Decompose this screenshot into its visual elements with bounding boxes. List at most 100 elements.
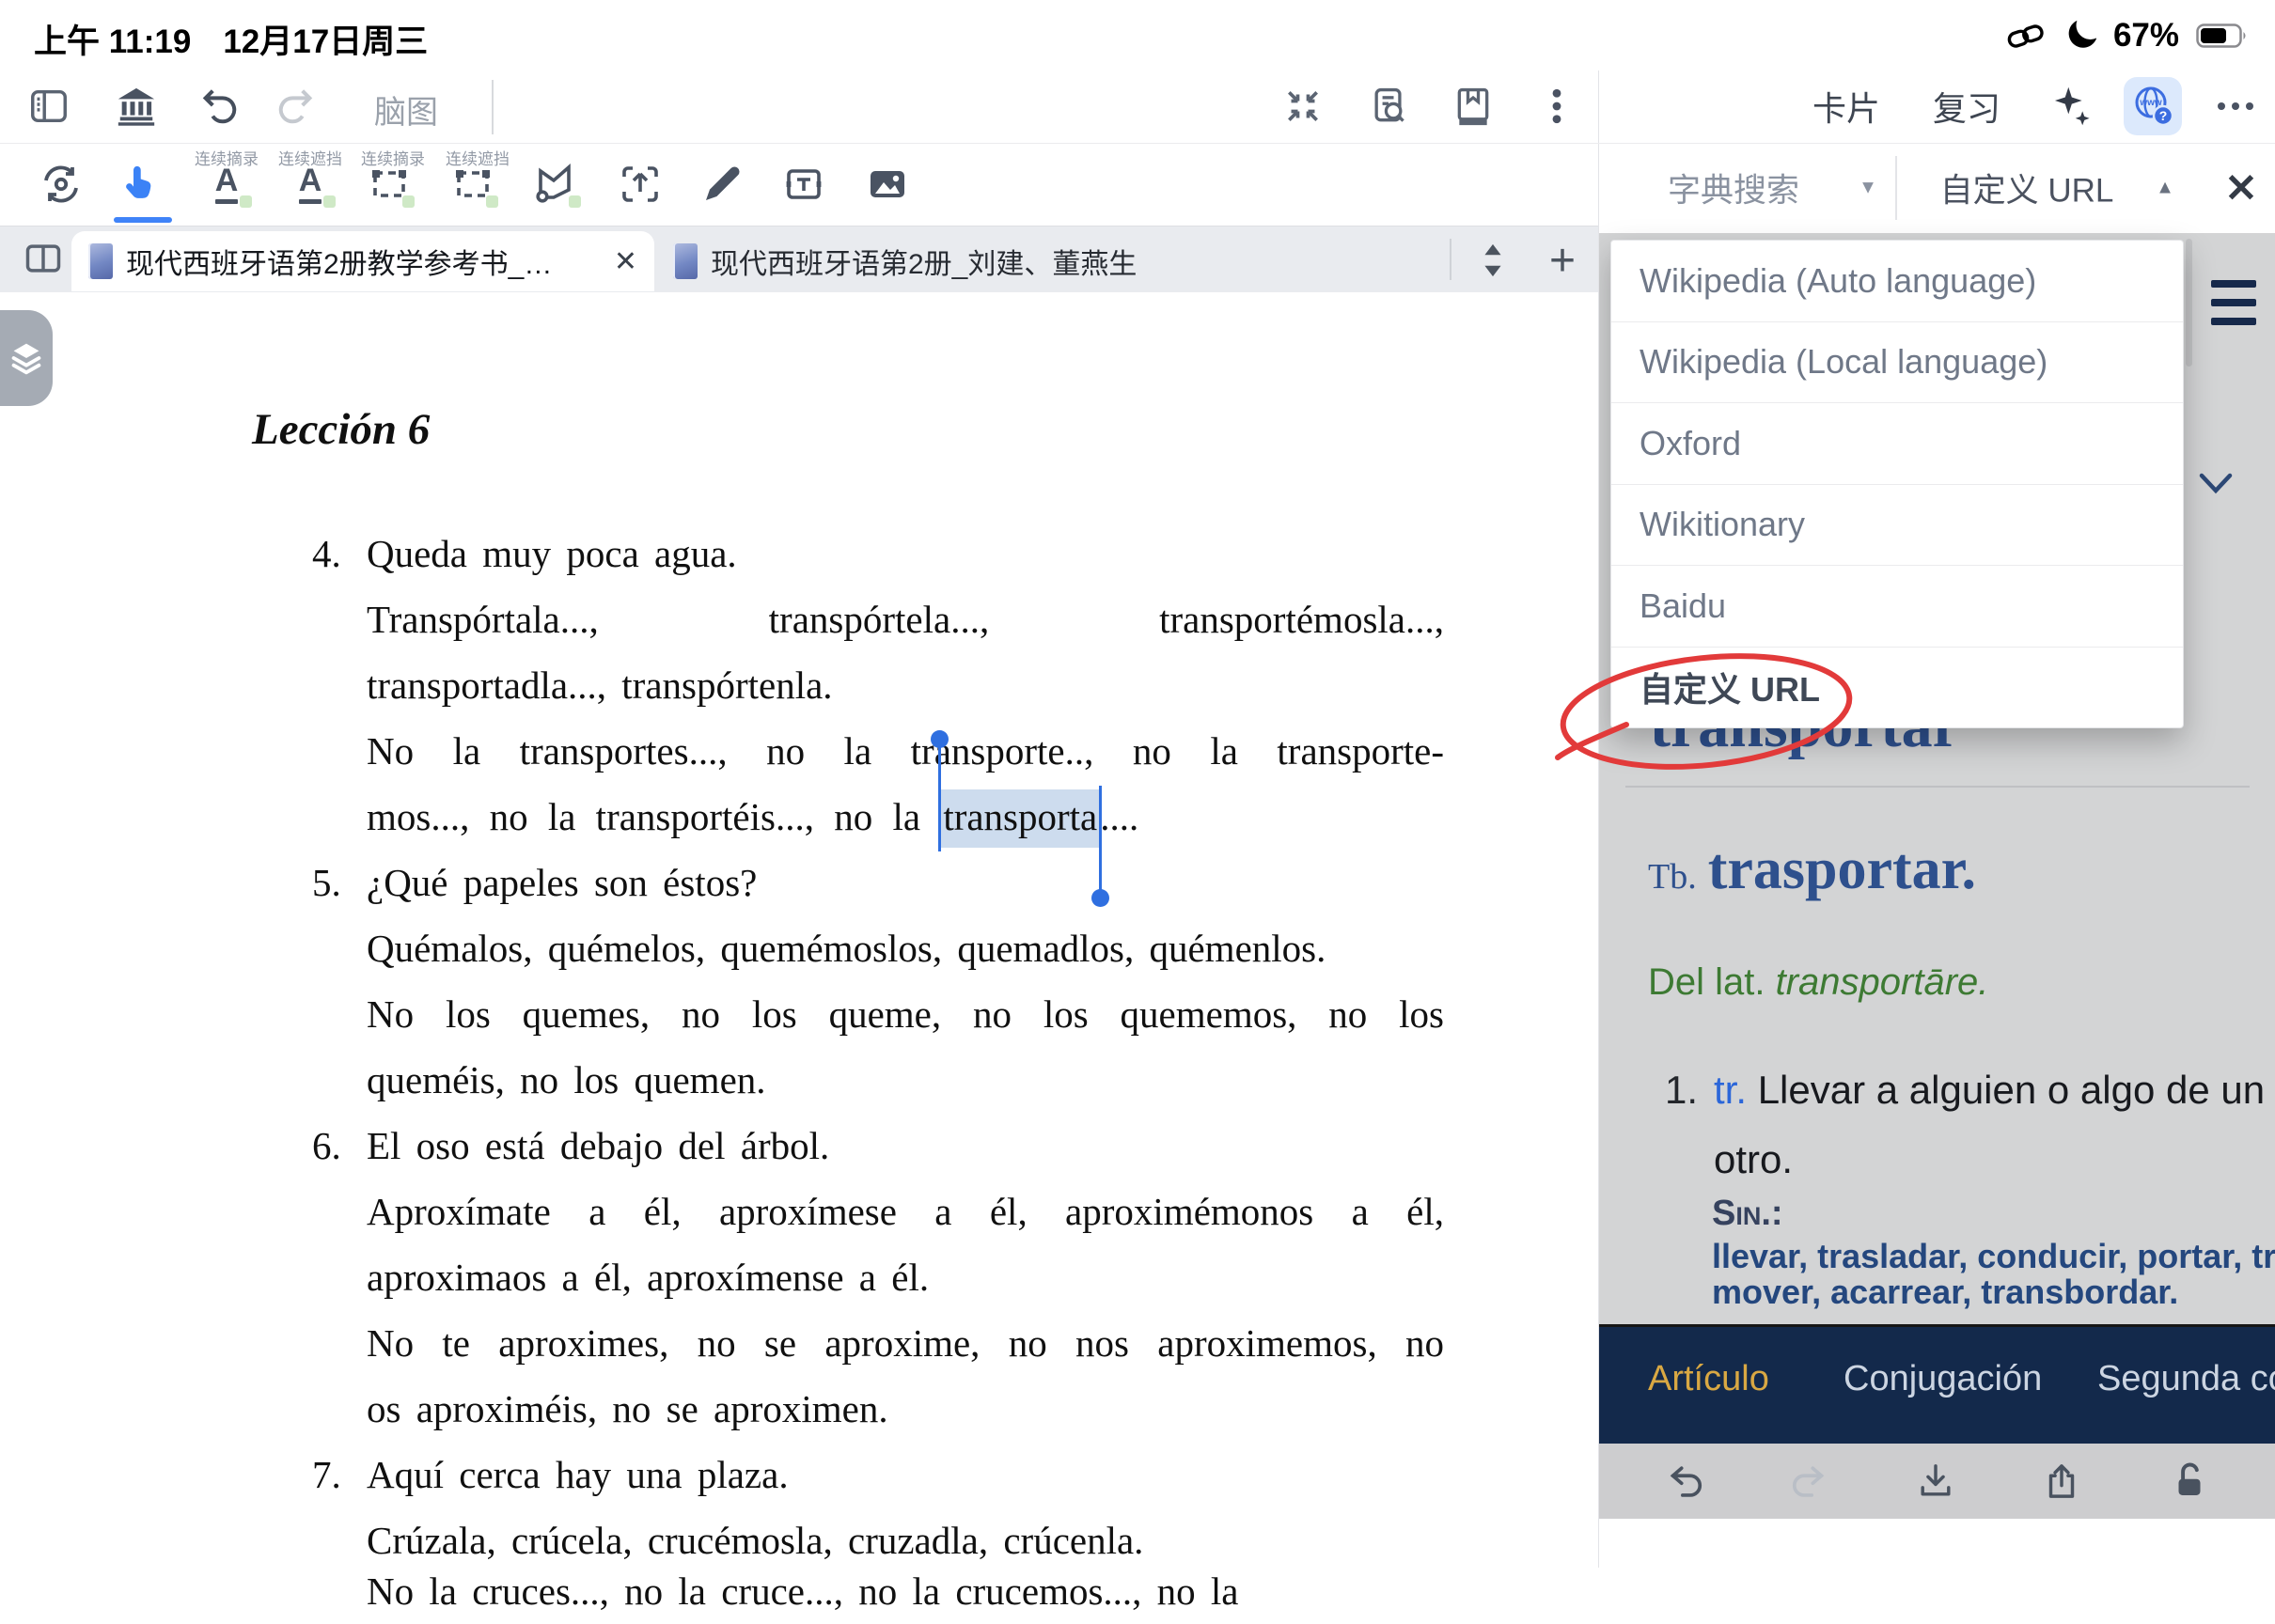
chevron-down-icon[interactable]: ▼ (1859, 178, 1877, 199)
dictionary-nav-bar: Artículo Conjugación Segunda conju (1599, 1324, 2275, 1444)
headword-variant: trasportar. (1708, 836, 1976, 903)
chevron-up-icon[interactable]: ▲ (2156, 178, 2174, 199)
dropdown-item[interactable]: Baidu (1611, 565, 2183, 647)
dict-search-selector[interactable]: 字典搜索 (1668, 164, 1799, 212)
sidebar-toggle-button[interactable] (24, 82, 73, 131)
hand-select-tool-icon[interactable] (117, 159, 167, 210)
entry-divider (1625, 786, 2250, 788)
pencil-tool-icon[interactable] (696, 159, 746, 210)
library-button[interactable] (112, 82, 161, 131)
export-share-tool-icon[interactable] (615, 159, 666, 210)
pdf-text-line: No la transportes..., no la transporte..… (312, 718, 1444, 784)
tab-bar-divider (1450, 239, 1451, 280)
undo-button[interactable] (195, 82, 243, 131)
synonym-links[interactable]: mover, acarrear, transbordar. (1712, 1273, 2178, 1312)
rect-mask-tool-icon[interactable] (447, 159, 498, 210)
battery-percent: 67% (2113, 17, 2179, 55)
pdf-text-line: No los quemes, no los queme, no los quem… (312, 981, 1444, 1047)
tab-sort-icon[interactable] (1468, 236, 1517, 285)
webview-toolbar (1599, 1444, 2275, 1519)
sense-number: 1. (1665, 1068, 1698, 1113)
close-panel-icon[interactable]: ✕ (2224, 165, 2257, 211)
focus-moon-icon (2063, 19, 2096, 53)
tab-document-inactive[interactable]: 现代西班牙语第2册_刘建、董燕生 (658, 231, 1448, 291)
auto-excerpt-tool-icon[interactable] (36, 159, 86, 210)
pdf-text-line: 5.¿Qué papeles son éstos? (312, 850, 1444, 915)
add-tab-button[interactable]: + (1538, 233, 1587, 288)
lock-open-icon[interactable] (2168, 1460, 2211, 1503)
tab-articulo[interactable]: Artículo (1648, 1359, 1769, 1399)
clock-time: 上午 11:19 (34, 15, 191, 63)
dropdown-item[interactable]: Wikitionary (1611, 484, 2183, 566)
pdf-text-line: aproximaos a él, aproxímense a él. (312, 1244, 1444, 1310)
dropdown-item[interactable]: 自定义 URL (1611, 647, 2183, 728)
dropdown-item[interactable]: Wikipedia (Auto language) (1611, 241, 2183, 321)
dropdown-item[interactable]: Oxford (1611, 402, 2183, 484)
etymology: Del lat. transportāre. (1648, 961, 1988, 1004)
book-thumbnail-icon (673, 243, 698, 279)
split-view-icon[interactable] (19, 234, 68, 283)
subheader-divider (1895, 156, 1897, 220)
selection-handle-end[interactable] (1099, 786, 1102, 891)
hamburger-menu-icon[interactable] (2211, 280, 2256, 336)
tab-title: 现代西班牙语第2册_刘建、董燕生 (711, 241, 1137, 282)
tab-document-active[interactable]: 现代西班牙语第2册教学参考书_刘元... ✕ (71, 231, 654, 291)
redo-button[interactable] (272, 82, 321, 131)
item-number: 7. (312, 1442, 367, 1507)
tab-segunda-conjugacion[interactable]: Segunda conju (2097, 1359, 2275, 1399)
web-forward-icon[interactable] (1789, 1460, 1832, 1503)
status-bar: 上午 11:19 12月17日周三 67% (0, 0, 2275, 70)
selection-handle-start[interactable] (938, 746, 941, 851)
rect-excerpt-tool-icon[interactable] (364, 159, 415, 210)
review-button[interactable]: 复习 (1933, 82, 2000, 131)
download-icon[interactable] (1914, 1460, 1957, 1503)
collapse-chevron-icon[interactable] (2199, 473, 2233, 495)
more-options-kebab-icon[interactable] (1532, 82, 1581, 131)
lasso-tool-icon[interactable] (530, 159, 581, 210)
panel-more-kebab-icon[interactable] (2214, 100, 2257, 113)
item-number: 4. (312, 521, 367, 586)
dropdown-item[interactable]: Wikipedia (Local language) (1611, 321, 2183, 403)
pdf-text: 4.Queda muy poca agua.Transpórtala..., t… (312, 521, 1444, 1624)
pdf-text-line: No la cruces..., no la cruce..., no la c… (312, 1558, 1444, 1624)
toolbar-divider-line (0, 143, 2275, 144)
pos-abbrev-link[interactable]: tr. (1714, 1068, 1747, 1112)
research-panel: 卡片 复习 www ? 字典搜索 ▼ 自定义 URL ▲ ✕ (1598, 70, 2275, 1568)
pdf-text-line: 6.El oso está debajo del árbol. (312, 1113, 1444, 1179)
cards-button[interactable]: 卡片 (1812, 82, 1880, 131)
item-number: 6. (312, 1113, 367, 1179)
layers-panel-button[interactable] (0, 310, 53, 406)
pdf-text-line: Aproxímate a él, aproxímese a él, aproxi… (312, 1179, 1444, 1244)
image-tool-icon[interactable] (862, 159, 913, 210)
mindmap-button[interactable]: 脑图 (374, 86, 438, 133)
synonym-links[interactable]: llevar, trasladar, conducir, portar, tra… (1712, 1237, 2275, 1276)
synonyms-label: Sin.: (1712, 1194, 1783, 1234)
text-mask-tool-icon[interactable]: A (285, 159, 336, 210)
book-thumbnail-icon (88, 243, 113, 279)
scrollbar[interactable] (2186, 239, 2192, 367)
pdf-text-line: 4.Queda muy poca agua. (312, 521, 1444, 586)
battery-icon (2196, 22, 2251, 50)
svg-text:?: ? (2159, 108, 2168, 123)
custom-url-selector[interactable]: 自定义 URL (1940, 164, 2114, 212)
close-tab-icon[interactable]: ✕ (614, 245, 637, 278)
text-box-tool-icon[interactable] (778, 159, 829, 210)
pdf-text-line: transportadla..., transpórtenla. (312, 652, 1444, 718)
pdf-text-line: queméis, no los quemen. (312, 1047, 1444, 1113)
document-search-button[interactable] (1364, 82, 1413, 131)
web-back-icon[interactable] (1662, 1460, 1705, 1503)
lesson-heading: Lección 6 (252, 404, 430, 455)
pdf-text-line: 7.Aquí cerca hay una plaza. (312, 1442, 1444, 1507)
text-excerpt-tool-icon[interactable]: A (201, 159, 252, 210)
pdf-text-line: mos..., no la transportéis..., no la tra… (312, 784, 1444, 850)
share-icon[interactable] (2040, 1460, 2083, 1503)
bookmark-book-button[interactable] (1449, 82, 1498, 131)
pdf-text-line: Quémalos, quémelos, quemémoslos, quemadl… (312, 915, 1444, 981)
collapse-fullscreen-button[interactable] (1279, 82, 1327, 131)
selected-word[interactable]: transporta (940, 789, 1100, 848)
web-dictionary-icon[interactable]: www ? (2124, 77, 2182, 135)
tab-conjugacion[interactable]: Conjugación (1844, 1359, 2042, 1399)
ai-sparkle-icon[interactable] (2049, 85, 2093, 128)
pdf-text-line: os aproximéis, no se aproximen. (312, 1376, 1444, 1442)
selected-tool-indicator (114, 217, 172, 223)
